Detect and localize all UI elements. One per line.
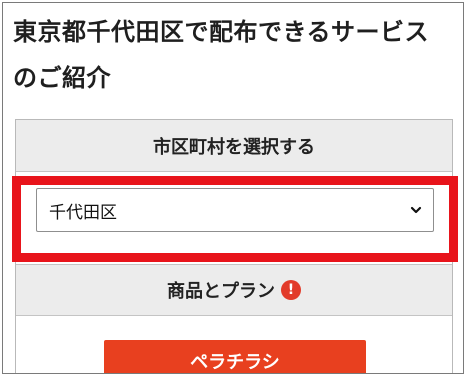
highlight-annotation	[12, 176, 458, 262]
service-panel: 市区町村を選択する 千代田区 商品とプラン ! ペラチラシ	[12, 119, 458, 373]
warning-icon: !	[281, 280, 301, 300]
product-plan-header-label: 商品とプラン	[167, 281, 275, 302]
page-title: 東京都千代田区で配布できるサービスのご紹介	[13, 18, 430, 92]
area-select-header: 市区町村を選択する	[16, 120, 452, 172]
area-select-header-label: 市区町村を選択する	[153, 136, 315, 158]
page-frame: 東京都千代田区で配布できるサービスのご紹介 市区町村を選択する 千代田区 商品と…	[2, 2, 464, 374]
flyer-plan-button[interactable]: ペラチラシ	[104, 340, 366, 373]
area-select-section: 千代田区	[12, 172, 458, 264]
product-plan-header: 商品とプラン !	[16, 264, 452, 316]
flyer-plan-button-label: ペラチラシ	[190, 352, 280, 373]
